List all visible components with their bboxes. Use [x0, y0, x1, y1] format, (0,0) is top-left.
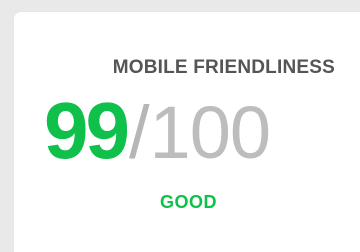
score-value: 99: [44, 86, 130, 175]
score-max: 100: [149, 91, 271, 174]
metric-title: MOBILE FRIENDLINESS: [112, 57, 335, 78]
score-separator: /: [128, 91, 150, 174]
score-display: 99 / 100: [44, 86, 271, 176]
mobile-friendliness-card: MOBILE FRIENDLINESS 99 / 100 GOOD: [14, 12, 360, 252]
rating-label: GOOD: [160, 192, 218, 212]
